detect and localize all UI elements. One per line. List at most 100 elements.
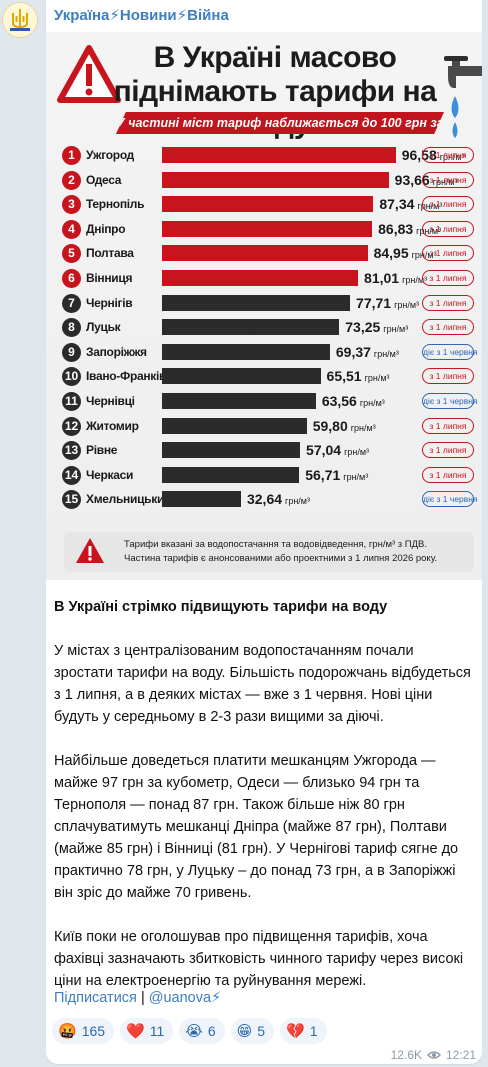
tariff-unit: грн/м³ — [344, 447, 370, 458]
city-label: Ужгород — [86, 148, 135, 162]
city-label: Луцьк — [86, 320, 121, 335]
tariff-row: 3 Тернопіль 87,34 грн/м³ з 1 липня — [60, 193, 480, 218]
reaction-broken-heart[interactable]: 💔 1 — [280, 1018, 327, 1044]
tariff-unit: грн/м³ — [359, 397, 385, 408]
angry-face-icon: 🤬 — [58, 1023, 77, 1040]
tariff-bar — [162, 147, 396, 163]
infographic-headline-line1: В Україні масово — [153, 41, 397, 74]
rank-badge: 8 — [62, 318, 81, 338]
effective-date-badge: з 1 липня — [422, 196, 474, 213]
tariff-bar — [162, 171, 389, 188]
subscribe-link[interactable]: Підписатися — [54, 990, 137, 1006]
reaction-angry[interactable]: 🤬 165 — [52, 1018, 115, 1044]
tariff-value: 32,64 грн/м³ — [247, 491, 310, 507]
reaction-crying[interactable]: 😭 6 — [179, 1018, 225, 1044]
rank-badge: 11 — [62, 391, 81, 411]
tariff-bar — [162, 442, 301, 459]
tariff-value-number: 77,71 — [356, 294, 392, 311]
infographic-footnote: Тарифи вказані за водопостачання та водо… — [64, 532, 474, 572]
tariff-bar — [162, 392, 316, 409]
reaction-heart[interactable]: ❤️ 11 — [120, 1018, 174, 1044]
effective-date-badge: з 1 липня — [422, 319, 474, 336]
rank-badge: 2 — [62, 170, 81, 190]
message-meta: 12.6K 12:21 — [391, 1048, 476, 1062]
eye-icon — [426, 1051, 441, 1059]
crying-face-icon: 😭 — [185, 1023, 203, 1040]
tariff-row: 6 Вінниця 81,01 грн/м³ з 1 липня — [60, 267, 480, 292]
tariff-row: 15 Хмельницький 32,64 грн/м³ діє з 1 червня — [60, 488, 480, 513]
channel-handle-link[interactable]: @uanova⚡ — [149, 990, 221, 1006]
reaction-count: 5 — [257, 1023, 266, 1039]
tariff-row: 5 Полтава 84,95 грн/м³ з 1 липня — [60, 242, 480, 267]
rank-badge: 3 — [62, 195, 81, 215]
channel-avatar[interactable] — [2, 2, 38, 38]
heart-icon: ❤️ — [126, 1023, 145, 1040]
tariff-value-number: 65,51 — [326, 368, 362, 385]
tariff-unit: грн/м³ — [343, 471, 369, 482]
tariff-row: 1 Ужгород 96,58 грн/м³ з 1 липня — [60, 144, 480, 169]
tariff-unit: грн/м³ — [394, 299, 420, 310]
reaction-count: 6 — [207, 1023, 216, 1039]
water-faucet-icon — [444, 56, 482, 138]
tariff-value: 65,51 грн/м³ — [327, 368, 390, 384]
tariff-bar — [162, 294, 351, 311]
tariff-bar — [162, 368, 321, 385]
city-label: Чернівці — [86, 393, 135, 408]
tariff-bar — [162, 245, 368, 262]
footnote-line2: Частина тарифів є анонсованими або проек… — [124, 553, 438, 564]
tariff-value-number: 56,71 — [305, 466, 341, 483]
tariff-value-number: 57,04 — [306, 442, 342, 459]
rank-badge: 4 — [62, 219, 81, 239]
tariff-row: 2 Одеса 93,66 грн/м³ з 1 липня — [60, 169, 480, 194]
effective-date-badge: з 1 липня — [422, 220, 474, 237]
tariff-bar — [162, 343, 330, 360]
reaction-grin[interactable]: 😁 5 — [230, 1018, 275, 1044]
rank-badge: 1 — [62, 146, 81, 165]
city-label: Житомир — [86, 418, 139, 433]
tariff-value: 59,80 грн/м³ — [313, 418, 376, 434]
link-separator: | — [140, 990, 145, 1006]
tariff-bar — [162, 417, 307, 434]
city-label: Дніпро — [86, 221, 126, 236]
channel-title[interactable]: Україна⚡Новини⚡Війна — [54, 6, 229, 24]
tariff-value-number: 84,95 — [373, 245, 409, 262]
tariff-value-number: 63,56 — [321, 392, 357, 409]
reactions-bar: 🤬 165 ❤️ 11 😭 6 😁 5 💔 1 — [52, 1018, 327, 1044]
effective-date-badge: з 1 липня — [422, 269, 474, 286]
tariff-row: 14 Черкаси 56,71 грн/м³ з 1 липня — [60, 464, 480, 489]
effective-date-badge: з 1 липня — [422, 442, 474, 459]
reaction-count: 165 — [81, 1023, 106, 1039]
tariff-row: 8 Луцьк 73,25 грн/м³ з 1 липня — [60, 316, 480, 341]
effective-date-badge: з 1 липня — [422, 171, 474, 188]
rank-badge: 7 — [62, 293, 81, 313]
tariff-value-number: 87,34 — [379, 196, 415, 213]
footnote-text: Тарифи вказані за водопостачання та водо… — [124, 538, 437, 566]
tariff-value-number: 81,01 — [364, 269, 400, 286]
tariff-row: 13 Рівне 57,04 грн/м³ з 1 липня — [60, 439, 480, 464]
tariff-value: 63,56 грн/м³ — [322, 393, 385, 409]
tariff-value-number: 86,83 — [378, 220, 414, 237]
infographic-image[interactable]: В Україні масово піднімають тарифи на во… — [46, 32, 482, 580]
effective-date-badge: з 1 липня — [422, 245, 474, 262]
tariff-bar — [162, 491, 241, 508]
tariff-value: 77,71 грн/м³ — [356, 295, 419, 311]
post-paragraph-3: Київ поки не оголошував про підвищення т… — [54, 929, 464, 989]
tariff-value-number: 73,25 — [345, 319, 381, 336]
rank-badge: 15 — [62, 490, 81, 510]
tariff-row: 7 Чернігів 77,71 грн/м³ з 1 липня — [60, 292, 480, 317]
effective-date-badge: діє з 1 червня — [422, 491, 478, 508]
tariff-row: 9 Запоріжжя 69,37 грн/м³ діє з 1 червня — [60, 341, 480, 366]
post-title: В Україні стрімко підвищують тарифи на в… — [54, 599, 388, 615]
city-label: Вінниця — [86, 270, 133, 285]
post-paragraph-1: У містах з централізованим водопостачанн… — [54, 643, 471, 725]
tariff-bar — [162, 466, 300, 483]
trident-logo-icon — [10, 9, 30, 31]
tariff-row: 4 Дніпро 86,83 грн/м³ з 1 липня — [60, 218, 480, 243]
view-count: 12.6K — [390, 1048, 422, 1062]
effective-date-badge: з 1 липня — [422, 294, 474, 311]
tariff-bar — [162, 319, 340, 336]
tariff-unit: грн/м³ — [285, 496, 310, 507]
rank-badge: 13 — [62, 441, 81, 461]
tariff-value-number: 32,64 — [246, 491, 283, 508]
tariff-row: 11 Чернівці 63,56 грн/м³ діє з 1 червня — [60, 390, 480, 415]
